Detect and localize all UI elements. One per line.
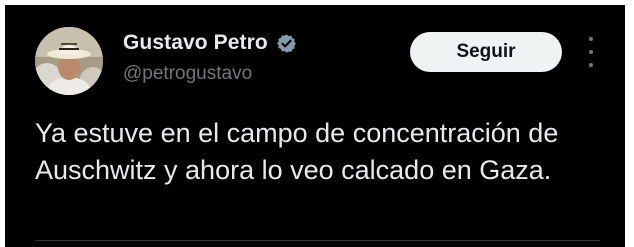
post-card: Gustavo Petro @petrogustavo Seguir Ya es… xyxy=(5,5,625,247)
more-options-icon[interactable] xyxy=(583,37,599,67)
display-name[interactable]: Gustavo Petro xyxy=(123,31,268,55)
avatar-image xyxy=(35,27,103,95)
avatar[interactable] xyxy=(35,27,103,95)
author-name-row: Gustavo Petro xyxy=(123,29,297,57)
divider xyxy=(35,240,600,241)
post-text: Ya estuve en el campo de concentración d… xyxy=(35,118,559,185)
more-options-dot xyxy=(589,50,593,54)
more-options-dot xyxy=(589,63,593,67)
follow-button[interactable]: Seguir xyxy=(410,32,562,72)
more-options-dot xyxy=(589,37,593,41)
verified-badge-icon xyxy=(276,33,296,53)
author-handle[interactable]: @petrogustavo xyxy=(123,63,252,85)
